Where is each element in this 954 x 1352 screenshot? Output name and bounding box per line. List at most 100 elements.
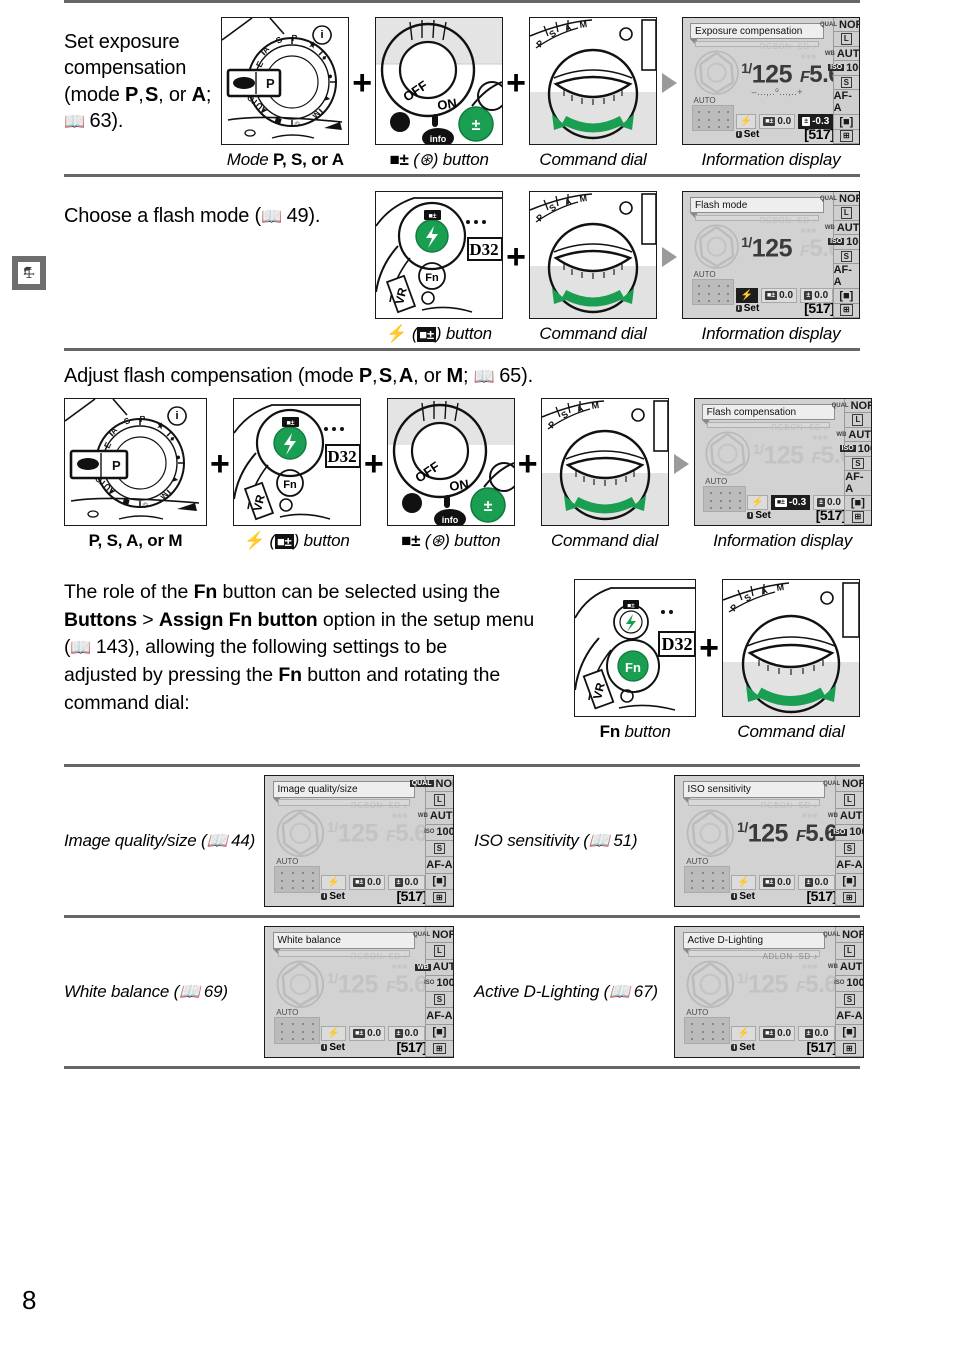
caption-command-dial: Command dial (737, 722, 845, 741)
caption-flash-mode-button: ⚡ (■±) button (244, 531, 350, 550)
page-content: Set exposure compensation (mode P, S, or… (64, 0, 872, 1352)
set-label: i Set (747, 509, 771, 521)
set-label: i Set (735, 128, 760, 140)
display-rail-column: QUALNORM L WBAUTO ISO100 S AF-A [■] ⊞ (409, 776, 453, 906)
display-faint-indicators: RGBON ·SD ♪ (759, 41, 817, 51)
svg-text:P: P (291, 32, 298, 43)
rail-image-size: L (844, 413, 871, 428)
svg-text:M: M (776, 582, 785, 593)
shutter-aperture-readout: 1/125 F5.6 (737, 818, 838, 848)
exposure-compensation-icon: ■± (389, 150, 409, 169)
figure-command-dial: P S A M Command dial (529, 191, 657, 344)
auto-label: AUTO (686, 1007, 709, 1017)
shutter-aperture-readout: 1/125 F5.6 (737, 969, 838, 999)
page-ref: 49 (286, 205, 309, 227)
fn-options-row-1: Image quality/size (📖 44) Image quality/… (64, 767, 864, 915)
fn-options-grid: Image quality/size (📖 44) Image quality/… (64, 764, 864, 1069)
weather-vane-icon (18, 262, 40, 284)
display-title: Flash mode (690, 197, 824, 214)
display-rail-column: QUALNORM L WBAUTO ISO100 S AF-A [■] ⊞ (820, 18, 860, 144)
fn-options-row-2: White balance (📖 69) White balance RGBON… (64, 918, 864, 1066)
svg-text:S: S (742, 592, 753, 604)
book-ref-icon: 📖 (473, 367, 495, 386)
book-ref-icon: 📖 (261, 207, 282, 226)
svg-text:P: P (139, 413, 146, 424)
rail-iso: ISO100 (831, 824, 863, 841)
shutter-aperture-readout: 1/125 F5.6 (752, 440, 854, 469)
information-display-white-balance: White balance RGBON ·SD ♪ ■■■ 1/125F5.6 (264, 926, 454, 1058)
book-ref-icon: 📖 (179, 982, 200, 1001)
caption-exposure-compensation-button: ■± (⊛) button (389, 150, 489, 169)
fn-option-white-balance: White balance (📖 69) White balance RGBON… (64, 918, 454, 1066)
shots-remaining: [517] (806, 1039, 837, 1056)
svg-text:■±: ■± (429, 213, 437, 220)
svg-text:P: P (112, 458, 121, 473)
aperture-graphic-icon (703, 429, 752, 478)
rail-white-balance: WBAUTO (828, 959, 863, 976)
svg-text:±: ± (472, 117, 481, 134)
svg-text:M: M (579, 193, 588, 204)
rail-release-mode: S (832, 249, 859, 265)
rail-release-mode: S (424, 992, 453, 1009)
fn-option-image-quality: Image quality/size (📖 44) Image quality/… (64, 767, 454, 915)
svg-text:●: ● (325, 72, 336, 81)
svg-text:S: S (547, 202, 558, 214)
svg-text:■±: ■± (286, 420, 294, 427)
aperture-graphic-icon (274, 807, 327, 860)
svg-text:±: ± (483, 498, 492, 515)
flash-icon: ⚡ (244, 531, 266, 550)
svg-text:●: ● (173, 453, 184, 462)
svg-text:Fn: Fn (425, 272, 439, 284)
step-flash-compensation: Adjust flash compensation (mode P, S, A,… (64, 351, 872, 551)
caption-command-dial: Command dial (539, 150, 647, 169)
rail-image-size: L (424, 792, 453, 809)
rail-focus-mode: AF-A (832, 264, 859, 290)
rail-metering: ⊞ (834, 889, 863, 906)
rail-quality: QUALNORM (820, 18, 859, 33)
svg-text:E: E (254, 59, 266, 69)
rail-iso: ISO100 (424, 975, 453, 992)
rail-metering: ⊞ (844, 510, 871, 525)
figure-fn-button: ■± Fn D32 VR Fn button (574, 579, 697, 742)
svg-text:ON: ON (436, 95, 457, 113)
svg-text:▲: ▲ (171, 475, 182, 485)
rail-af-area: [■] (832, 115, 859, 130)
caption-exposure-compensation-button: ■± (⊛) button (401, 531, 501, 550)
svg-text:info: info (430, 134, 447, 144)
display-rail-column: QUALNORM L WBAUTO ISO100 S AF-A [■] ⊞ (832, 399, 871, 525)
rail-release-mode: S (834, 992, 863, 1009)
caption-information-display: Information display (713, 531, 853, 550)
focus-point-grid (274, 865, 320, 893)
plus-symbol: + (352, 63, 373, 102)
display-faint-indicators: ADLON ·SD ♪ (762, 951, 818, 961)
shots-remaining: [517] (396, 1039, 427, 1056)
display-faint-indicators: RGBON ·SD ♪ (760, 800, 818, 810)
svg-text:M: M (590, 400, 599, 411)
page-number: 8 (22, 1285, 37, 1315)
set-label: i Set (321, 890, 345, 902)
information-display-3: Flash compensation RGBON ·SD ♪ ■■■ 1/125… (693, 398, 872, 526)
display-title: Image quality/size (272, 781, 416, 799)
svg-text:☺: ☺ (139, 499, 151, 512)
rail-quality: QUALNORM (832, 399, 871, 414)
shots-remaining: [517] (804, 126, 835, 143)
focus-point-grid (274, 1016, 320, 1044)
book-ref-icon: 📖 (588, 831, 610, 850)
flow-arrow-icon (662, 246, 677, 267)
rail-af-area: [■] (834, 873, 863, 890)
book-ref-icon: 📖 (206, 831, 227, 850)
aperture-graphic-icon (692, 48, 741, 97)
rail-metering: ⊞ (832, 129, 859, 144)
rail-white-balance: WBAUTO (824, 46, 860, 62)
plus-symbol: + (517, 444, 538, 483)
svg-text:Fn: Fn (283, 479, 297, 491)
caption-fn-button: Fn button (599, 722, 671, 741)
caption-command-dial: Command dial (539, 324, 647, 343)
figure-information-display: Flash mode RGBON ·SD ♪ ■■■ 1/125 F5.6 AU… (682, 191, 860, 344)
rail-iso: ISO100 (828, 235, 859, 250)
caption-mode-dial: Mode P, S, or A (226, 150, 344, 169)
set-label: i Set (731, 890, 755, 902)
rail-focus-mode: AF-A (424, 1008, 453, 1025)
rail-metering: ⊞ (832, 303, 859, 318)
fn-button-section: The role of the Fn button can be selecte… (64, 551, 860, 742)
